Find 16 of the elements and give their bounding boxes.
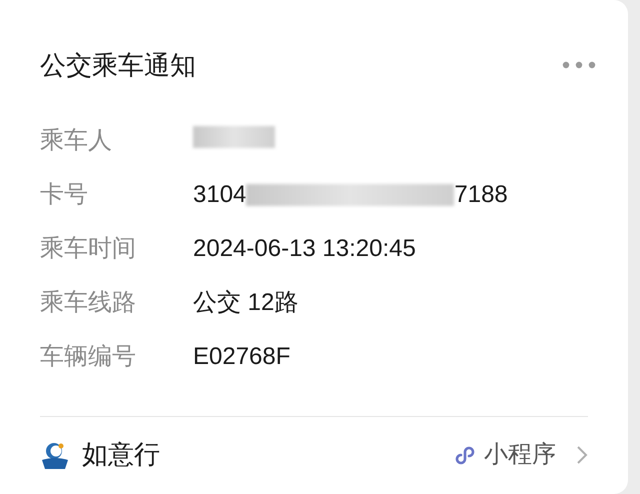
more-icon[interactable] bbox=[562, 61, 596, 69]
card-number-end: 7188 bbox=[454, 180, 508, 210]
mini-program-link[interactable]: 小程序 bbox=[454, 436, 588, 472]
field-value: E02768F bbox=[193, 343, 290, 370]
field-label: 乘车人 bbox=[40, 126, 113, 156]
app-name: 如意行 bbox=[82, 438, 160, 471]
field-value: 公交 12路 bbox=[193, 289, 298, 316]
field-value: 2024-06-13 13:20:45 bbox=[193, 235, 416, 262]
field-label: 车辆编号 bbox=[40, 342, 137, 372]
mini-program-icon bbox=[454, 444, 476, 466]
field-label: 卡号 bbox=[40, 180, 89, 210]
card-title: 公交乘车通知 bbox=[40, 48, 196, 82]
card-number-start: 3104 bbox=[193, 180, 246, 210]
field-label: 乘车时间 bbox=[40, 234, 137, 264]
field-label: 乘车线路 bbox=[40, 288, 137, 318]
chevron-right-icon bbox=[576, 444, 588, 466]
